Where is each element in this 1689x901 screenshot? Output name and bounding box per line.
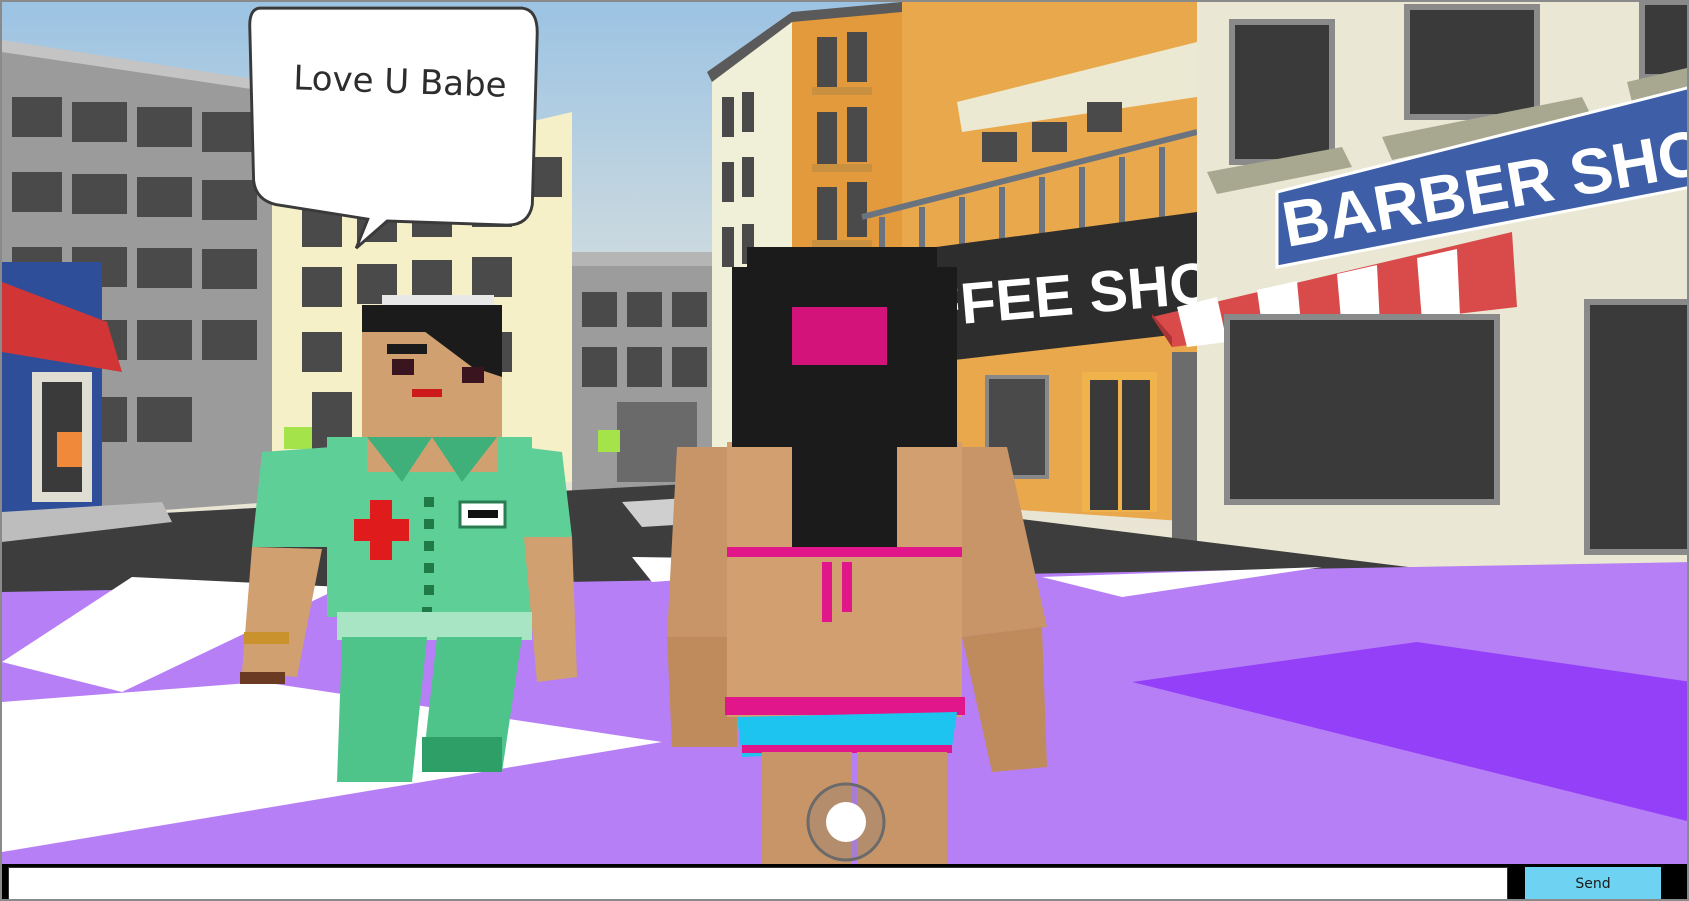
joystick-knob[interactable] — [826, 802, 866, 842]
hair-bow — [792, 307, 887, 365]
virtual-joystick-icon[interactable] — [806, 782, 886, 862]
chat-bar: Send — [2, 864, 1687, 899]
nurse-character[interactable] — [232, 287, 592, 787]
game-window: FFEE SHOP BARBER SHO Love U Babe Send — [0, 0, 1689, 901]
player-character[interactable] — [657, 247, 1057, 864]
chat-input[interactable] — [8, 867, 1508, 899]
speech-bubble — [248, 6, 539, 250]
send-button[interactable]: Send — [1525, 867, 1661, 899]
game-viewport-3d[interactable]: FFEE SHOP BARBER SHO Love U Babe — [2, 2, 1687, 864]
